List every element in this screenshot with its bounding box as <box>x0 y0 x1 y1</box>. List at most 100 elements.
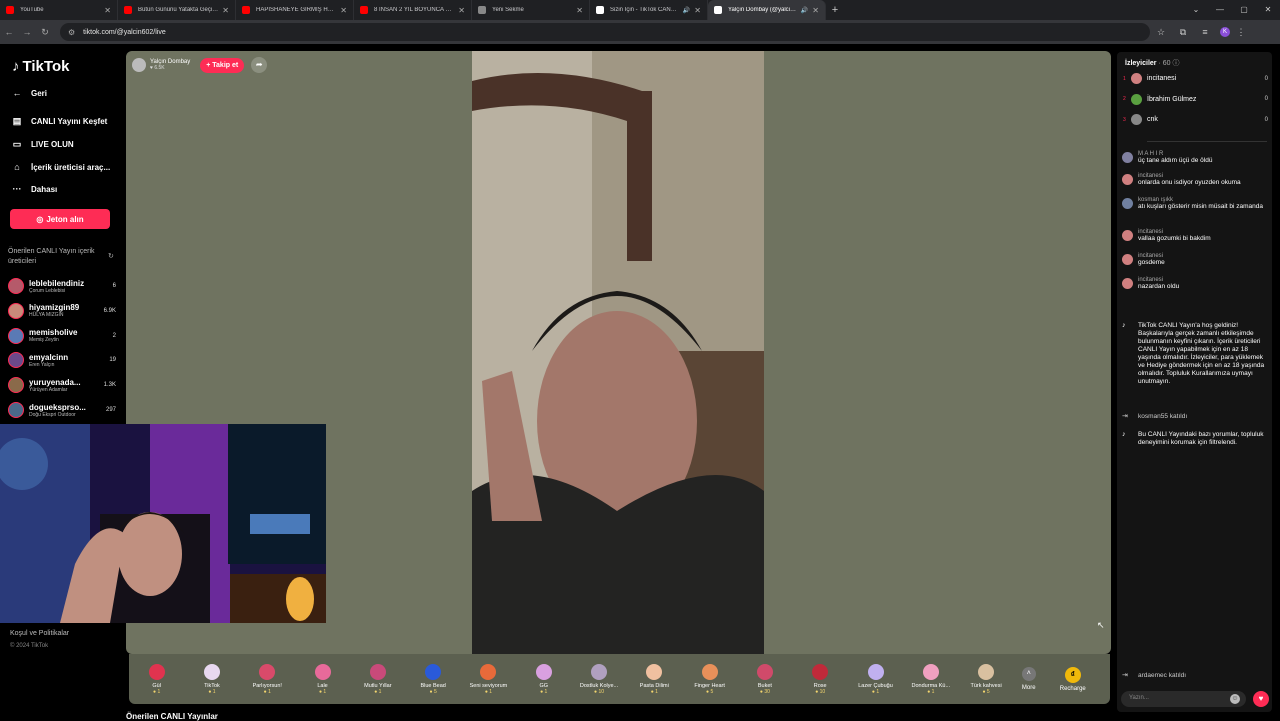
webcam-overlay <box>0 424 326 623</box>
tab-title: Bütün Gününü Yatakta Geçiriyor <box>138 7 219 13</box>
new-tab-icon[interactable]: + <box>826 4 844 16</box>
top-viewer[interactable]: 3 cnk 0 <box>1123 114 1268 125</box>
browser-tab[interactable]: Yalçın Dombay (@yalcin602) 🔊 ✕ <box>708 0 826 20</box>
chat-message[interactable]: incitanesi vallaa gozumki bi bakdim <box>1122 229 1267 243</box>
gift-item[interactable]: Seni seviyorum ● 1 <box>461 663 516 695</box>
top-viewer[interactable]: 2 İbrahim Gülmez 0 <box>1123 93 1268 105</box>
browser-tab[interactable]: Sizin İçin - TikTok CANLI Yayın🔊 ✕ <box>590 0 708 20</box>
menu-icon[interactable]: ⋮ <box>1230 27 1252 38</box>
refresh-icon[interactable]: ↻ <box>108 252 114 260</box>
browser-tab[interactable]: Bütün Gününü Yatakta Geçiriyor ✕ <box>118 0 236 20</box>
reload-icon[interactable]: ↻ <box>36 27 54 38</box>
get-coins-button[interactable]: ◎ Jeton alın <box>10 209 110 229</box>
gift-item[interactable]: Mutlu Yıllar ● 1 <box>350 663 405 695</box>
tab-close-icon[interactable]: ✕ <box>222 6 229 15</box>
more-gifts-button[interactable]: ˄ More <box>1014 667 1044 691</box>
speaker-icon[interactable]: 🔊 <box>683 7 690 14</box>
bookmark-star-icon[interactable]: ☆ <box>1150 27 1172 38</box>
chat-message-body: incitanesi gosdeme <box>1138 253 1165 267</box>
nav-creator-tools[interactable]: ⌂ İçerik üreticisi araç... <box>12 162 110 172</box>
nav-go-live[interactable]: ▭ LIVE OLUN <box>12 139 74 150</box>
back-icon[interactable]: ← <box>0 27 18 37</box>
nav-more[interactable]: ··· Dahası <box>12 184 58 194</box>
browser-tab[interactable]: HAPİSHANEYE GİRMİŞ HANIM ✕ <box>236 0 354 20</box>
gift-item[interactable]: Lazer Çubuğu ● 1 <box>848 663 903 695</box>
creator-names: hiyamizgin89 HÜLYA MIZGIN <box>29 303 101 318</box>
heart-gift-icon[interactable]: ♥ <box>1253 691 1269 707</box>
gift-item[interactable]: TikTok ● 1 <box>184 663 239 695</box>
creator-avatar <box>8 352 24 369</box>
follow-button[interactable]: + Takip et <box>200 57 245 73</box>
tab-close-icon[interactable]: ✕ <box>812 6 819 15</box>
minimize-icon[interactable]: — <box>1208 0 1232 20</box>
gift-item[interactable]: Gül ● 1 <box>129 663 184 695</box>
gift-item[interactable]: Türk kahvesi ● 5 <box>958 663 1013 695</box>
tab-close-icon[interactable]: ✕ <box>458 6 465 15</box>
browser-tab[interactable]: Yeni Sekme ✕ <box>472 0 590 20</box>
tab-search-icon[interactable]: ⌄ <box>1184 0 1208 20</box>
tab-favicon-icon <box>596 6 604 14</box>
gift-item[interactable]: Parlıyorsun! ● 1 <box>240 663 295 695</box>
tiktok-logo[interactable]: ♪ TikTok <box>12 58 69 75</box>
extensions-icon[interactable]: ⧉ <box>1172 27 1194 38</box>
viewers-header[interactable]: İzleyiciler · 60 ⓘ <box>1125 58 1180 68</box>
chevron-up-icon: ˄ <box>1021 667 1036 681</box>
viewer-count: 297 <box>105 407 116 413</box>
host-avatar[interactable] <box>132 58 146 72</box>
chat-input[interactable]: Yazın... <box>1121 691 1246 707</box>
emoji-icon[interactable]: ☺ <box>1230 694 1240 704</box>
recharge-button[interactable]: ₫ Recharge <box>1060 666 1086 692</box>
gift-price: ● 1 <box>484 688 493 695</box>
creator-subtitle: Çorum Leblebisi <box>29 287 66 294</box>
creator-item[interactable]: leblebilendiniz Çorum Leblebisi 6 <box>8 276 116 296</box>
speaker-icon[interactable]: 🔊 <box>801 7 808 14</box>
forward-icon[interactable]: → <box>18 27 36 37</box>
info-icon[interactable]: ⓘ <box>1173 60 1180 67</box>
chat-message[interactable]: incitanesi onlarda onu isdiyor oyuzden ok… <box>1122 173 1267 187</box>
creator-item[interactable]: yuruyenada... Yürüyen Adamlar 1.3K <box>8 375 116 395</box>
share-icon[interactable]: ➦ <box>251 57 268 73</box>
creator-item[interactable]: dogueksprso... Doğu Ekspri Outdoor 297 <box>8 400 116 420</box>
gift-item[interactable]: Pasta Dilimi ● 1 <box>627 663 682 695</box>
gift-item[interactable]: GG ● 1 <box>516 663 571 695</box>
top-viewer[interactable]: 1 incitanesi 0 <box>1123 73 1268 84</box>
gift-item[interactable]: Buket ● 30 <box>737 663 792 695</box>
window-controls: ⌄ — ▢ ✕ <box>1184 0 1280 20</box>
tab-close-icon[interactable]: ✕ <box>340 6 347 15</box>
chat-message[interactable]: M A H I Rüç tane aldım üçü de öldü <box>1122 151 1267 165</box>
url-field[interactable]: ⚙ tiktok.com/@yalcin602/live <box>60 23 1150 41</box>
gift-item[interactable]: Lale ● 1 <box>295 663 350 695</box>
browser-tab[interactable]: 8 İNSAN 2 YIL BOYUNCA BİR ... ✕ <box>354 0 472 20</box>
gift-item[interactable]: Rose ● 10 <box>793 663 848 695</box>
creator-item[interactable]: hiyamizgin89 HÜLYA MIZGIN 6.9K <box>8 301 116 321</box>
tab-close-icon[interactable]: ✕ <box>694 6 701 15</box>
creator-name: dogueksprso... <box>29 402 86 412</box>
gift-item[interactable]: Dostluk Kolye... ● 10 <box>571 663 626 695</box>
gift-item[interactable]: Blue Bead ● 5 <box>405 663 460 695</box>
maximize-icon[interactable]: ▢ <box>1232 0 1256 20</box>
close-window-icon[interactable]: ✕ <box>1256 0 1280 20</box>
gift-item[interactable]: Dondurma Kü... ● 1 <box>903 663 958 695</box>
gift-price: ● 1 <box>650 688 658 695</box>
chat-avatar <box>1122 230 1133 241</box>
creator-item[interactable]: memisholive Memiş Zeytin 2 <box>8 326 116 346</box>
tab-close-icon[interactable]: ✕ <box>576 6 583 15</box>
live-video[interactable] <box>472 51 764 654</box>
chat-message[interactable]: incitanesi gosdeme <box>1122 253 1267 267</box>
browser-tab[interactable]: YouTube ✕ <box>0 0 118 20</box>
gift-item[interactable]: Finger Heart ● 5 <box>682 663 737 695</box>
nav-explore-live[interactable]: ▤ CANLI Yayını Keşfet <box>12 116 108 127</box>
profile-avatar[interactable]: K <box>1220 27 1230 37</box>
nav-back[interactable]: ← Geri <box>12 88 48 98</box>
chat-message[interactable]: kosman ışıkk atı kuşları gösterir misin m… <box>1122 197 1267 211</box>
creator-item[interactable]: emyalcinn Eren Yalçın 19 <box>8 350 116 370</box>
chat-message[interactable]: incitanesi nazardan oldu <box>1122 277 1267 291</box>
viewer-avatar <box>1131 114 1142 125</box>
creator-avatar <box>8 402 24 418</box>
tab-title: Yeni Sekme <box>492 7 524 13</box>
tab-close-icon[interactable]: ✕ <box>104 6 111 15</box>
creator-names: emyalcinn Eren Yalçın <box>29 353 106 368</box>
terms-link[interactable]: Koşul ve Politikalar <box>10 630 69 637</box>
media-icon[interactable]: ≡ <box>1194 27 1216 37</box>
site-info-icon[interactable]: ⚙ <box>68 28 75 37</box>
